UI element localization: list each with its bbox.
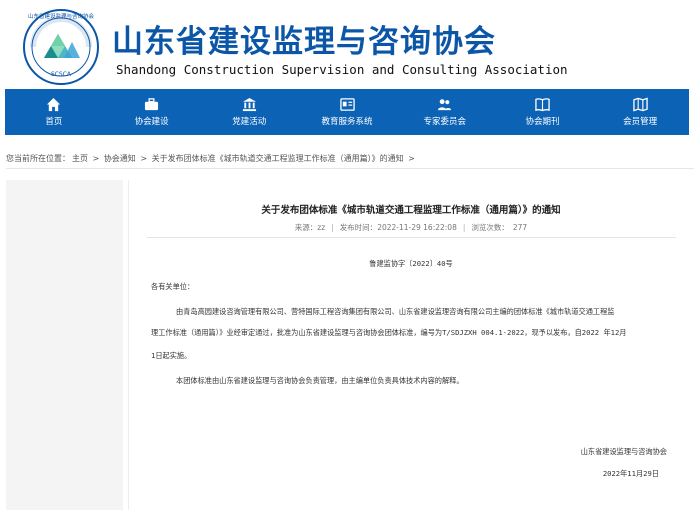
breadcrumb-current[interactable]: 关于发布团体标准《城市轨道交通工程监理工作标准（通用篇）》的通知 [152,154,404,163]
breadcrumb-separator: > [408,154,415,163]
association-logo[interactable]: 山东省建设监理与咨询协会 SCSCA [22,8,100,86]
nav-item-experts[interactable]: 专家委员会 [396,89,494,135]
main-nav: 首页 协会建设 党建活动 教育服务系统 专家委员会 协会期刊 会员管理 [5,89,689,135]
site-header: 山东省建设监理与咨询协会 SCSCA 山东省建设监理与咨询协会 Shandong… [0,0,700,88]
meta-views: 277 [512,223,528,232]
nav-item-party[interactable]: 党建活动 [200,89,298,135]
nav-item-members[interactable]: 会员管理 [591,89,689,135]
nav-label: 教育服务系统 [321,117,373,127]
article-title: 关于发布团体标准《城市轨道交通工程监理工作标准（通用篇）》的通知 [261,205,561,216]
salutation: 各有关单位： [151,282,195,291]
meta-views-label: 浏览次数： [471,223,509,232]
nav-item-association[interactable]: 协会建设 [103,89,201,135]
doc-number: 鲁建监协字〔2022〕40号 [369,259,453,268]
nav-label: 会员管理 [623,117,658,127]
breadcrumb-separator: > [140,154,148,163]
paragraph-1-line-3: 1日起实施。 [151,351,192,360]
map-icon [632,97,648,112]
logo-emblem-icon: 山东省建设监理与咨询协会 SCSCA [23,9,99,85]
bank-icon [242,97,256,112]
nav-label: 专家委员会 [423,117,466,127]
book-icon [535,98,550,112]
title-divider [147,237,676,238]
nav-item-home[interactable]: 首页 [5,89,103,135]
home-icon [47,97,61,112]
nav-item-education[interactable]: 教育服务系统 [298,89,396,135]
page: 山东省建设监理与咨询协会 SCSCA 山东省建设监理与咨询协会 Shandong… [0,0,700,510]
site-title-cn: 山东省建设监理与咨询协会 [112,24,496,60]
left-sidebar [6,180,123,510]
paragraph-1-line-2: 理工作标准（通用篇）》业经审定通过，批准为山东省建设监理与咨询协会团体标准，编号… [151,328,627,337]
signature: 山东省建设监理与咨询协会 [580,447,667,456]
svg-text:山东省建设监理与咨询协会: 山东省建设监理与咨询协会 [28,12,95,20]
id-card-icon [339,98,355,111]
meta-time: 2022-11-29 16:22:08 [377,223,457,232]
paragraph-2: 本团体标准由山东省建设监理与咨询协会负责管理，由主编单位负责具体技术内容的解释。 [176,376,464,385]
breadcrumb-prefix: 您当前所在位置： [6,154,70,163]
meta-time-label: 发布时间： [339,223,378,232]
article-meta: 来源：zz | 发布时间：2022-11-29 16:22:08 | 浏览次数： 277 [294,223,528,232]
meta-source-label: 来源： [294,223,318,232]
breadcrumb: 您当前所在位置： 主页 > 协会通知 > 关于发布团体标准《城市轨道交通工程监理工… [6,153,694,169]
site-title-en: Shandong Construction Supervision and Co… [116,62,568,77]
logo-abbr: SCSCA [51,71,72,78]
signature-date: 2022年11月29日 [602,469,659,478]
article-content: 关于发布团体标准《城市轨道交通工程监理工作标准（通用篇）》的通知 来源：zz | 发… [128,180,693,510]
nav-label: 首页 [45,117,63,127]
breadcrumb-notice-link[interactable]: 协会通知 [104,154,136,163]
nav-label: 党建活动 [232,117,267,127]
meta-source: zz [317,223,326,232]
briefcase-icon [145,98,159,111]
paragraph-1-line-1: 由青岛高园建设咨询管理有限公司、营特国际工程咨询集团有限公司、山东省建设监理咨询… [176,307,615,316]
users-icon [438,99,452,111]
breadcrumb-separator: > [92,154,100,163]
nav-label: 协会建设 [134,117,169,127]
breadcrumb-home-link[interactable]: 主页 [72,154,88,163]
nav-item-journal[interactable]: 协会期刊 [494,89,592,135]
nav-label: 协会期刊 [525,117,560,127]
